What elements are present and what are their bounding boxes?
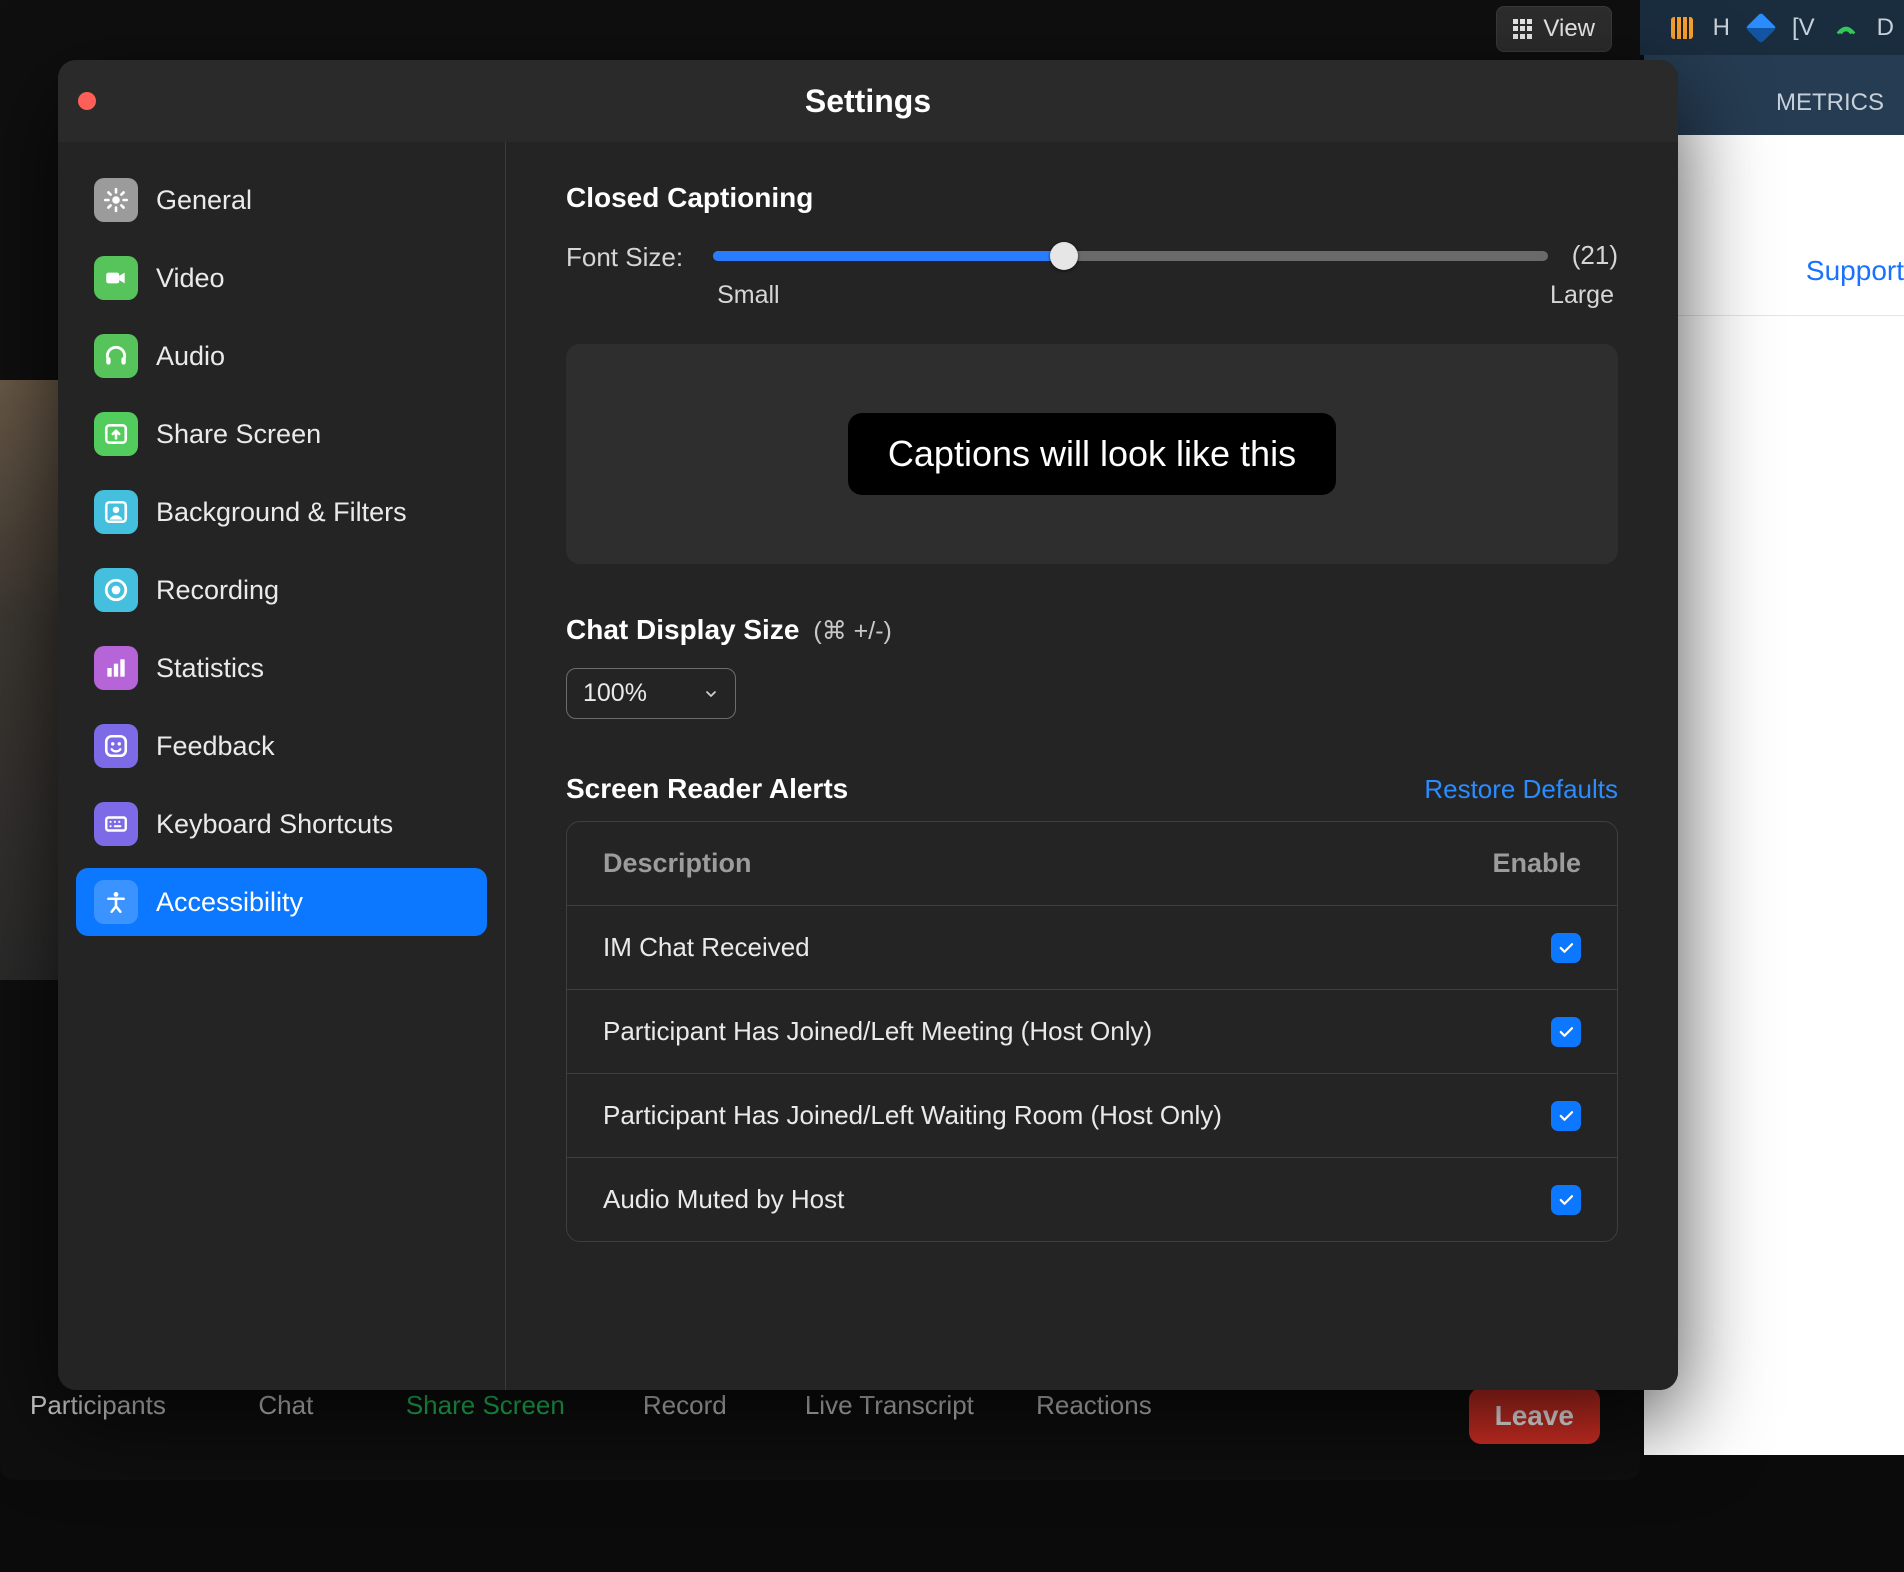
slider-min-label: Small: [717, 281, 780, 310]
sidebar-item-accessibility[interactable]: Accessibility: [76, 868, 487, 936]
background-filters-icon: [94, 490, 138, 534]
sidebar-item-keyboard-shortcuts[interactable]: Keyboard Shortcuts: [76, 790, 487, 858]
divider: [1644, 315, 1904, 316]
sidebar-item-general[interactable]: General: [76, 166, 487, 234]
view-button[interactable]: View: [1496, 6, 1612, 52]
screen-reader-alerts-table: Description Enable IM Chat Received Part…: [566, 821, 1618, 1242]
tab-favicon-icon: [1745, 12, 1776, 43]
caption-preview-area: Captions will look like this: [566, 344, 1618, 564]
tab-favicon-icon: [1835, 17, 1857, 39]
support-link[interactable]: Support: [1806, 255, 1904, 287]
select-value: 100%: [583, 679, 647, 708]
sidebar-item-label: General: [156, 185, 252, 216]
slider-max-label: Large: [1550, 281, 1614, 310]
toolbar-label: Live Transcript: [805, 1390, 974, 1421]
column-header-enable: Enable: [1492, 848, 1581, 879]
sidebar-item-label: Accessibility: [156, 887, 303, 918]
browser-tab-label[interactable]: H: [1713, 14, 1730, 42]
sidebar-item-label: Feedback: [156, 731, 275, 762]
chat-display-hint: (⌘ +/-): [813, 616, 891, 646]
page-tabs: METRICS: [1644, 55, 1904, 135]
table-header: Description Enable: [567, 822, 1617, 906]
column-header-description: Description: [603, 848, 752, 879]
font-size-label: Font Size:: [566, 240, 683, 273]
closed-captioning-heading: Closed Captioning: [566, 182, 1618, 214]
chat-display-heading: Chat Display Size: [566, 614, 799, 646]
toolbar-reactions[interactable]: Reactions: [1034, 1390, 1154, 1421]
screen-reader-heading: Screen Reader Alerts: [566, 773, 848, 805]
toolbar-label: Record: [643, 1390, 727, 1421]
sidebar-item-label: Background & Filters: [156, 497, 407, 528]
view-button-label: View: [1543, 15, 1595, 43]
sidebar-item-recording[interactable]: Recording: [76, 556, 487, 624]
table-row: Audio Muted by Host: [567, 1158, 1617, 1241]
background-browser-window: METRICS Support: [1644, 55, 1904, 1455]
accessibility-icon: [94, 880, 138, 924]
table-row: IM Chat Received: [567, 906, 1617, 990]
table-row: Participant Has Joined/Left Meeting (Hos…: [567, 990, 1617, 1074]
toolbar-label: Reactions: [1036, 1390, 1152, 1421]
settings-modal: Settings General Video Audio: [58, 60, 1678, 1390]
alert-enable-checkbox[interactable]: [1551, 933, 1581, 963]
close-window-button[interactable]: [78, 92, 96, 110]
alert-enable-checkbox[interactable]: [1551, 1017, 1581, 1047]
font-size-value: (21): [1572, 240, 1618, 271]
sidebar-item-statistics[interactable]: Statistics: [76, 634, 487, 702]
toolbar-share-screen[interactable]: Share Screen: [406, 1390, 565, 1421]
slider-thumb[interactable]: [1050, 242, 1078, 270]
toolbar-chat[interactable]: Chat: [226, 1390, 346, 1421]
restore-defaults-link[interactable]: Restore Defaults: [1424, 774, 1618, 805]
tab-favicon-icon: [1671, 17, 1693, 39]
settings-titlebar: Settings: [58, 60, 1678, 142]
sidebar-item-feedback[interactable]: Feedback: [76, 712, 487, 780]
toolbar-label: Chat: [258, 1390, 313, 1421]
settings-title: Settings: [805, 83, 931, 120]
toolbar-record[interactable]: Record: [625, 1390, 745, 1421]
window-controls: [78, 92, 96, 110]
sidebar-item-share-screen[interactable]: Share Screen: [76, 400, 487, 468]
sidebar-item-label: Statistics: [156, 653, 264, 684]
browser-tab-label[interactable]: [V: [1792, 14, 1815, 42]
slider-fill: [713, 251, 1064, 261]
chevron-down-icon: [703, 686, 719, 702]
share-screen-icon: [94, 412, 138, 456]
alert-description: IM Chat Received: [603, 932, 810, 963]
sidebar-item-background-filters[interactable]: Background & Filters: [76, 478, 487, 546]
toolbar-label: Share Screen: [406, 1390, 565, 1421]
browser-tab-label[interactable]: D: [1877, 14, 1894, 42]
alert-description: Participant Has Joined/Left Meeting (Hos…: [603, 1016, 1152, 1047]
sidebar-item-label: Video: [156, 263, 225, 294]
chat-display-select[interactable]: 100%: [566, 668, 736, 719]
bar-chart-icon: [94, 646, 138, 690]
toolbar-label: Participants: [30, 1390, 166, 1421]
caption-preview-text: Captions will look like this: [848, 413, 1336, 495]
gear-icon: [94, 178, 138, 222]
headphones-icon: [94, 334, 138, 378]
leave-button[interactable]: Leave: [1469, 1388, 1600, 1444]
toolbar-live-transcript[interactable]: Live Transcript: [805, 1390, 974, 1421]
alert-enable-checkbox[interactable]: [1551, 1185, 1581, 1215]
sidebar-item-label: Share Screen: [156, 419, 321, 450]
sidebar-item-label: Recording: [156, 575, 279, 606]
alert-description: Participant Has Joined/Left Waiting Room…: [603, 1100, 1222, 1131]
keyboard-icon: [94, 802, 138, 846]
record-icon: [94, 568, 138, 612]
sidebar-item-audio[interactable]: Audio: [76, 322, 487, 390]
video-icon: [94, 256, 138, 300]
toolbar-participants[interactable]: Participants: [30, 1390, 166, 1421]
alert-description: Audio Muted by Host: [603, 1184, 844, 1215]
sidebar-item-label: Audio: [156, 341, 225, 372]
grid-icon: [1513, 19, 1533, 39]
sidebar-item-label: Keyboard Shortcuts: [156, 809, 393, 840]
smiley-icon: [94, 724, 138, 768]
page-tab-metrics[interactable]: METRICS: [1776, 89, 1884, 135]
settings-main: Closed Captioning Font Size: (21) Small …: [506, 142, 1678, 1390]
font-size-slider[interactable]: [713, 251, 1548, 261]
sidebar-item-video[interactable]: Video: [76, 244, 487, 312]
settings-sidebar: General Video Audio Share Screen: [58, 142, 506, 1390]
table-row: Participant Has Joined/Left Waiting Room…: [567, 1074, 1617, 1158]
alert-enable-checkbox[interactable]: [1551, 1101, 1581, 1131]
